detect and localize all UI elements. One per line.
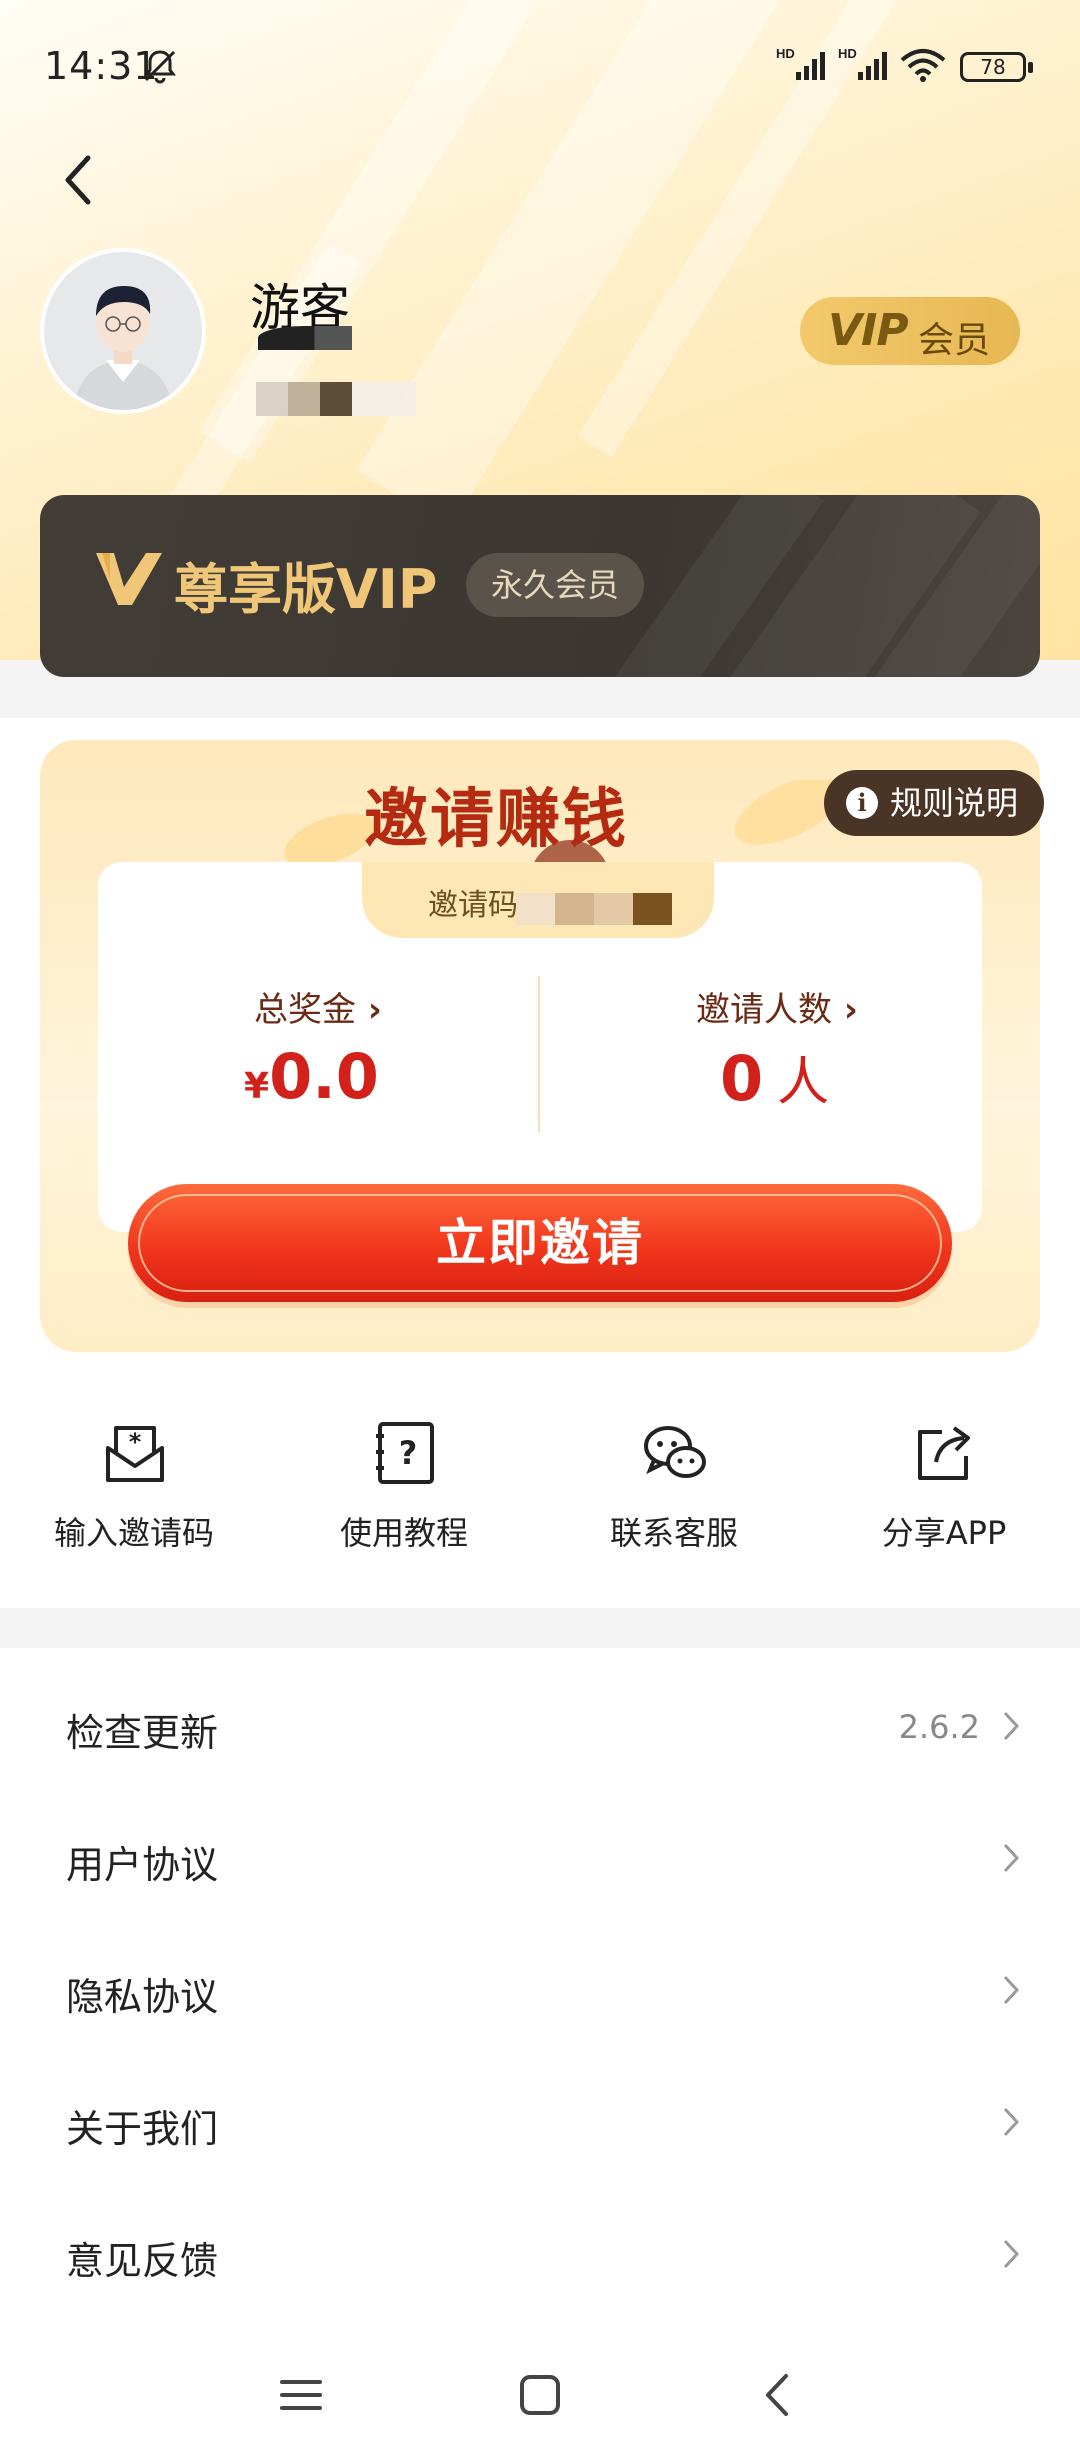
masked-invite-code bbox=[516, 893, 672, 925]
home-icon[interactable] bbox=[515, 2370, 565, 2420]
menu-icon[interactable] bbox=[276, 2370, 326, 2420]
menu-privacy-policy[interactable]: 隐私协议 bbox=[0, 1924, 1080, 2056]
chevron-right-icon bbox=[1003, 1843, 1020, 1873]
invite-code-label: 邀请码 bbox=[428, 888, 518, 923]
section-divider-2 bbox=[0, 1608, 1080, 1648]
menu-label: 意见反馈 bbox=[66, 2239, 219, 2283]
quick-action-label: 输入邀请码 bbox=[53, 1514, 214, 1552]
rules-label: 规则说明 bbox=[890, 784, 1019, 822]
cell-signal-icon-2: HD bbox=[838, 46, 887, 80]
menu-label: 检查更新 bbox=[66, 1711, 219, 1755]
back-arrow-icon[interactable] bbox=[56, 150, 100, 210]
lifetime-member-pill: 永久会员 bbox=[466, 553, 644, 617]
invitee-count-number: 0 bbox=[720, 1042, 764, 1115]
vip-logo: VIP bbox=[828, 305, 909, 356]
total-bonus-link[interactable]: 总奖金 › bbox=[254, 982, 382, 1031]
wechat-icon bbox=[644, 1426, 706, 1478]
menu-label: 关于我们 bbox=[66, 2107, 219, 2151]
chevron-right-icon bbox=[1003, 1711, 1020, 1741]
vip-card[interactable]: 尊享版VIP 永久会员 bbox=[40, 495, 1040, 677]
total-bonus-value: ¥0.0 bbox=[244, 1040, 379, 1113]
menu-label: 隐私协议 bbox=[66, 1975, 219, 2019]
wifi-icon bbox=[900, 49, 946, 82]
back-icon[interactable] bbox=[754, 2370, 804, 2420]
invite-now-label: 立即邀请 bbox=[436, 1214, 644, 1272]
menu-about-us[interactable]: 关于我们 bbox=[0, 2056, 1080, 2188]
share-app-action[interactable]: 分享APP bbox=[844, 1420, 1044, 1580]
chevron-right-icon bbox=[1003, 2107, 1020, 2137]
menu-feedback[interactable]: 意见反馈 bbox=[0, 2188, 1080, 2320]
stats-divider bbox=[538, 976, 540, 1132]
invite-now-button[interactable]: 立即邀请 bbox=[128, 1184, 952, 1302]
rules-button[interactable]: i 规则说明 bbox=[824, 770, 1044, 836]
chevron-right-icon: › bbox=[832, 990, 858, 1030]
svg-text:HD: HD bbox=[838, 46, 857, 61]
menu-check-update[interactable]: 检查更新 2.6.2 bbox=[0, 1660, 1080, 1792]
currency-symbol: ¥ bbox=[244, 1066, 270, 1107]
invite-title: 邀请赚钱 bbox=[364, 783, 628, 857]
cell-signal-icon: HD bbox=[776, 46, 825, 80]
svg-text:HD: HD bbox=[776, 46, 795, 61]
invitee-count-link[interactable]: 邀请人数 › bbox=[696, 982, 858, 1031]
mail-star-icon: * bbox=[106, 1426, 164, 1482]
info-icon: i bbox=[846, 787, 878, 819]
invitee-count-label: 邀请人数 bbox=[696, 990, 832, 1030]
vip-member-badge[interactable]: VIP 会员 bbox=[800, 297, 1020, 365]
bell-muted-icon bbox=[144, 50, 176, 84]
total-bonus-label: 总奖金 bbox=[254, 990, 356, 1030]
enter-invite-code-action[interactable]: * 输入邀请码 bbox=[34, 1420, 234, 1580]
total-bonus-amount: 0.0 bbox=[269, 1040, 379, 1113]
contact-support-action[interactable]: 联系客服 bbox=[574, 1420, 774, 1580]
masked-user-id bbox=[256, 382, 416, 416]
vip-card-title: 尊享版VIP bbox=[174, 558, 438, 621]
user-avatar-icon bbox=[74, 286, 172, 410]
masked-user-info bbox=[258, 326, 352, 350]
quick-action-label: 使用教程 bbox=[339, 1514, 468, 1552]
tutorial-action[interactable]: ? 使用教程 bbox=[304, 1420, 504, 1580]
chevron-right-icon: › bbox=[356, 990, 382, 1030]
quick-action-label: 分享APP bbox=[881, 1514, 1007, 1552]
menu-user-agreement[interactable]: 用户协议 bbox=[0, 1792, 1080, 1924]
vip-badge-label: 会员 bbox=[918, 320, 991, 361]
svg-text:?: ? bbox=[399, 1434, 418, 1472]
svg-text:*: * bbox=[129, 1428, 142, 1456]
avatar[interactable] bbox=[40, 248, 206, 414]
chevron-right-icon bbox=[1003, 2239, 1020, 2269]
menu-label: 用户协议 bbox=[66, 1843, 219, 1887]
invitee-count-value: 0人 bbox=[720, 1040, 829, 1115]
quick-action-label: 联系客服 bbox=[609, 1514, 738, 1552]
vip-v-logo-icon bbox=[96, 553, 162, 605]
battery-icon: 78 bbox=[960, 52, 1033, 82]
invitee-count-unit: 人 bbox=[777, 1053, 830, 1113]
app-version: 2.6.2 bbox=[898, 1708, 980, 1746]
question-book-icon: ? bbox=[376, 1422, 434, 1484]
chevron-right-icon bbox=[1003, 1975, 1020, 2005]
share-icon bbox=[918, 1426, 970, 1480]
